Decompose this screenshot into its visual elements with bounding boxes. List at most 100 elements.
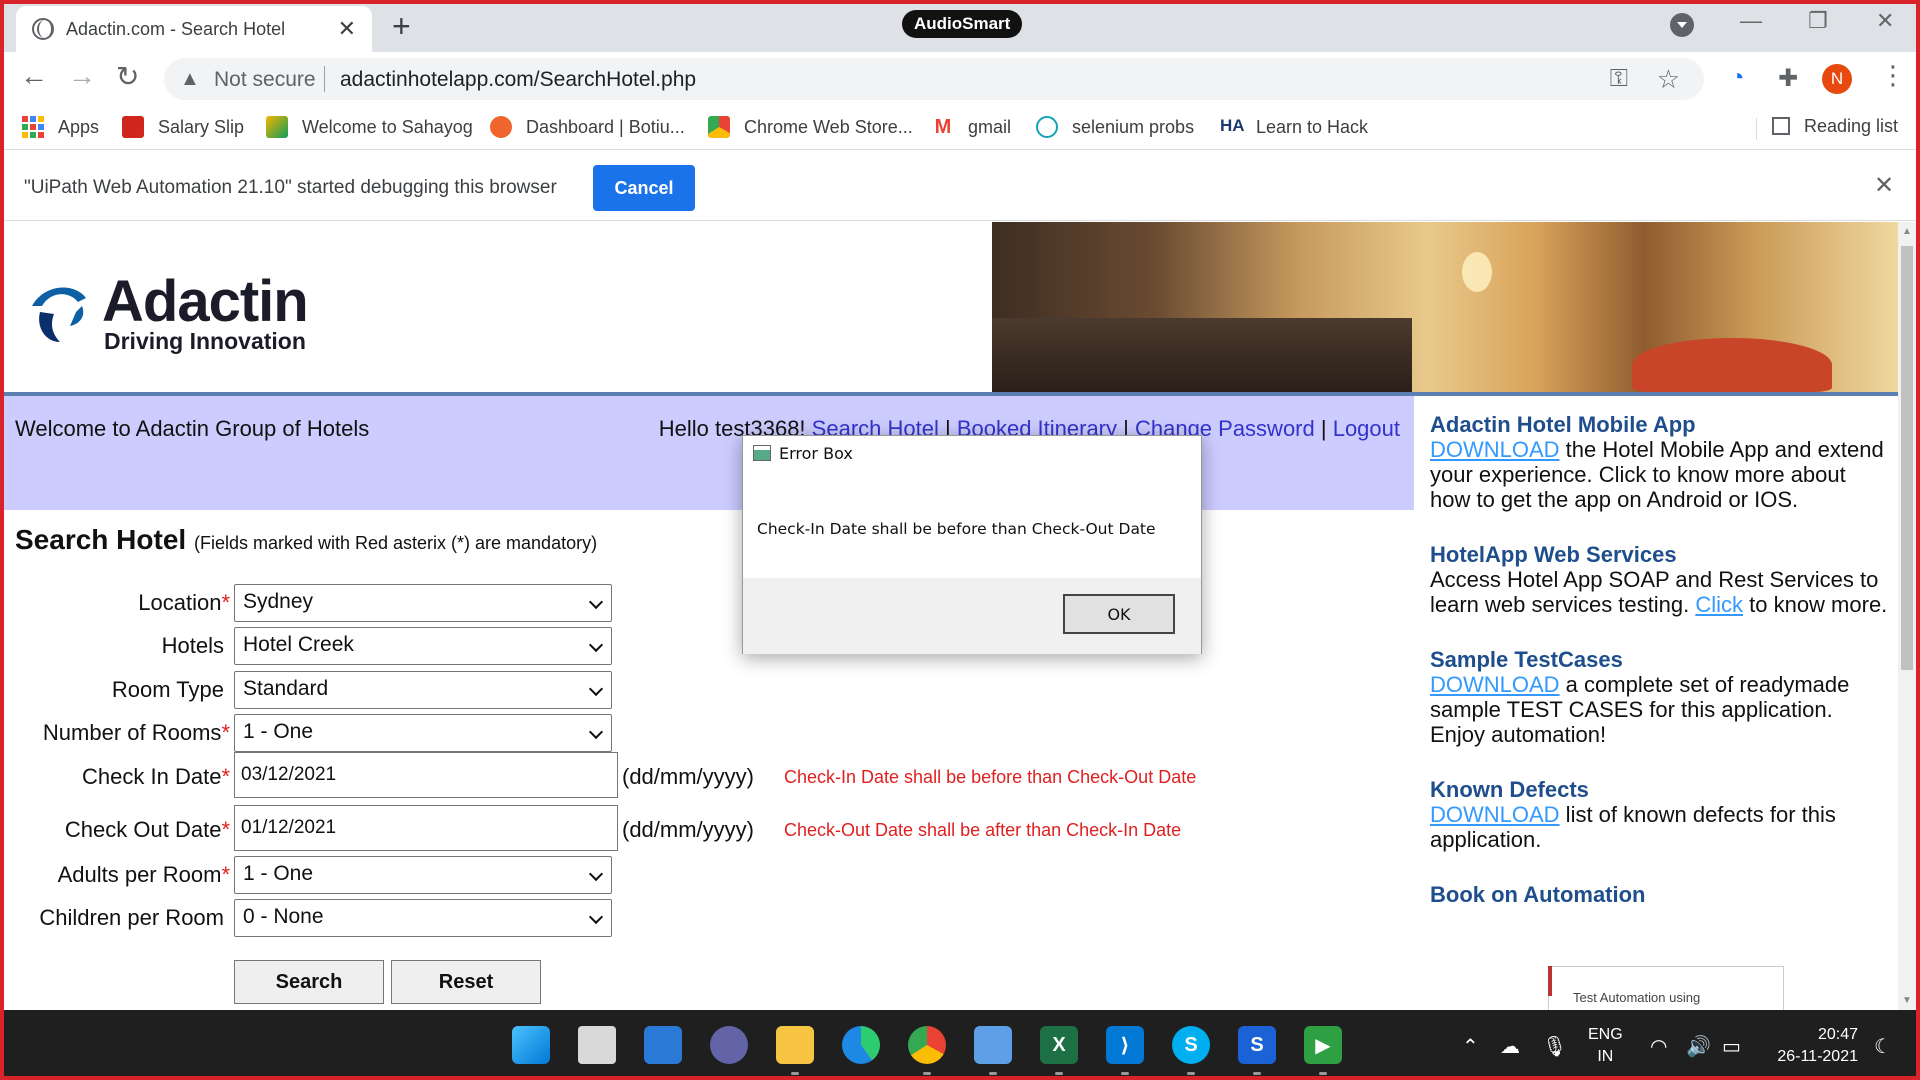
search-button[interactable]: Search: [234, 960, 384, 1004]
room-type-select[interactable]: Standard: [234, 671, 612, 709]
nav-logout[interactable]: Logout: [1333, 416, 1400, 441]
location-select[interactable]: Sydney: [234, 584, 612, 622]
windows-start-icon[interactable]: [512, 1026, 550, 1064]
room-type-label: Room Type: [111, 677, 224, 702]
hack-icon: HA: [1220, 116, 1245, 135]
edge-browser-icon[interactable]: [842, 1026, 880, 1064]
teams-chat-icon[interactable]: [710, 1026, 748, 1064]
file-explorer-icon[interactable]: [776, 1026, 814, 1064]
menu-kebab-icon[interactable]: ⋮: [1880, 60, 1906, 91]
logo-name: Adactin: [102, 269, 309, 334]
page-scrollbar[interactable]: ▲ ▼: [1898, 222, 1916, 1010]
key-icon[interactable]: ⚿: [1610, 65, 1628, 93]
search-title-text: Search Hotel: [15, 524, 187, 555]
microphone-icon[interactable]: 🎙: [1542, 1034, 1567, 1059]
logo-tagline: Driving Innovation: [104, 328, 306, 354]
number-of-rooms-select[interactable]: 1 - One: [234, 714, 612, 752]
url-text[interactable]: adactinhotelapp.com/SearchHotel.php: [340, 68, 696, 92]
wifi-icon[interactable]: ◠: [1650, 1034, 1667, 1059]
windows-taskbar: X ⟩ S S ▶ ⌃ ☁ 🎙 ENG IN 20:47 26-11-2021 ◠ …: [0, 1010, 1920, 1080]
restore-icon[interactable]: ❐: [1808, 8, 1828, 34]
back-arrow-icon[interactable]: ←: [20, 60, 48, 92]
profile-avatar[interactable]: N: [1822, 64, 1852, 94]
excel-icon[interactable]: X: [1040, 1026, 1078, 1064]
bookmark-chrome-web-store[interactable]: Chrome Web Store...: [708, 116, 913, 138]
reading-list-label: Reading list: [1804, 116, 1899, 136]
infobar-close-icon[interactable]: ✕: [1874, 171, 1894, 200]
running-indicator: [1121, 1072, 1129, 1075]
adults-label: Adults per Room*: [57, 862, 230, 887]
sahayog-icon: [266, 116, 288, 138]
check-out-date-input[interactable]: 01/12/2021: [234, 805, 618, 851]
bookmark-sahayog[interactable]: Welcome to Sahayog: [266, 116, 473, 138]
skype-icon[interactable]: S: [1172, 1026, 1210, 1064]
widgets-icon[interactable]: [644, 1026, 682, 1064]
uipath-studio-icon[interactable]: S: [1238, 1026, 1276, 1064]
sidebar-book: Book on Automation: [1430, 882, 1888, 907]
language-indicator[interactable]: ENG IN: [1588, 1024, 1623, 1068]
browser-tab-active[interactable]: Adactin.com - Search Hotel ✕: [16, 6, 372, 52]
right-sidebar: Adactin Hotel Mobile App DOWNLOAD the Ho…: [1418, 396, 1898, 1010]
check-out-label: Check Out Date*: [64, 817, 230, 842]
battery-icon[interactable]: ▭: [1722, 1034, 1741, 1059]
download-known-defects-link[interactable]: DOWNLOAD: [1430, 802, 1560, 827]
scroll-down-arrow-icon[interactable]: ▼: [1902, 995, 1912, 1006]
chrome-browser-icon[interactable]: [908, 1026, 946, 1064]
tab-close-icon[interactable]: ✕: [338, 16, 356, 42]
not-secure-label[interactable]: Not secure: [214, 68, 316, 92]
bookmark-salary-slip[interactable]: Salary Slip: [122, 116, 244, 138]
minimize-icon[interactable]: —: [1740, 8, 1762, 34]
extension-uipath-icon[interactable]: ◔: [1730, 64, 1745, 92]
bookmark-selenium-probs[interactable]: selenium probs: [1036, 116, 1194, 138]
notification-moon-icon[interactable]: ☾: [1874, 1034, 1892, 1059]
banner-lamp: [1462, 252, 1492, 292]
new-tab-button[interactable]: +: [392, 8, 411, 45]
onedrive-icon[interactable]: ☁: [1500, 1034, 1520, 1059]
forward-arrow-icon[interactable]: →: [68, 60, 96, 92]
sidebar-heading: Adactin Hotel Mobile App: [1430, 412, 1696, 437]
error-dialog: Error Box Check-In Date shall be before …: [742, 435, 1202, 654]
window-close-icon[interactable]: ✕: [1876, 8, 1894, 34]
running-indicator: [989, 1072, 997, 1075]
adactin-logo[interactable]: Adactin Driving Innovation: [22, 268, 352, 358]
warning-triangle-icon[interactable]: ▲: [180, 68, 200, 91]
check-out-format-hint: (dd/mm/yyyy): [622, 817, 754, 842]
download-mobile-app-link[interactable]: DOWNLOAD: [1430, 437, 1560, 462]
download-test-cases-link[interactable]: DOWNLOAD: [1430, 672, 1560, 697]
scroll-up-arrow-icon[interactable]: ▲: [1902, 226, 1912, 237]
selenium-icon: [1036, 116, 1058, 138]
infobar-cancel-button[interactable]: Cancel: [593, 165, 695, 211]
bookmark-dashboard-botium[interactable]: Dashboard | Botiu...: [490, 116, 685, 138]
sidebar-text: to know more.: [1743, 592, 1888, 617]
vscode-icon[interactable]: ⟩: [1106, 1026, 1144, 1064]
notepad-icon[interactable]: [974, 1026, 1012, 1064]
bookmark-apps[interactable]: Apps: [22, 116, 99, 138]
children-per-room-select[interactable]: 0 - None: [234, 899, 612, 937]
reset-button[interactable]: Reset: [391, 960, 541, 1004]
adactin-swirl-icon: [32, 287, 86, 342]
taskbar-clock[interactable]: 20:47 26-11-2021: [1770, 1024, 1858, 1068]
audiosmart-badge: AudioSmart: [902, 10, 1023, 38]
volume-icon[interactable]: 🔊: [1686, 1034, 1711, 1059]
reload-icon[interactable]: ↻: [116, 60, 139, 93]
puzzle-extensions-icon[interactable]: ✚: [1778, 64, 1798, 93]
reading-list-button[interactable]: Reading list: [1772, 116, 1898, 137]
media-player-icon[interactable]: ▶: [1304, 1026, 1342, 1064]
tray-chevron-up-icon[interactable]: ⌃: [1462, 1034, 1479, 1059]
scrollbar-thumb[interactable]: [1901, 246, 1913, 670]
web-services-click-link[interactable]: Click: [1695, 592, 1743, 617]
check-in-date-input[interactable]: 03/12/2021: [234, 752, 618, 798]
running-indicator: [1055, 1072, 1063, 1075]
omnibox-divider: [324, 66, 325, 92]
address-bar[interactable]: ▲ Not secure adactinhotelapp.com/SearchH…: [164, 58, 1704, 100]
book-cover-image[interactable]: Test Automation using: [1548, 966, 1784, 1010]
task-view-icon[interactable]: [578, 1026, 616, 1064]
dialog-ok-button[interactable]: OK: [1063, 594, 1175, 634]
bookmark-star-icon[interactable]: ☆: [1657, 64, 1680, 95]
hotels-select[interactable]: Hotel Creek: [234, 627, 612, 665]
tab-search-icon[interactable]: [1670, 13, 1694, 37]
bookmark-gmail[interactable]: M gmail: [932, 116, 1011, 138]
adults-per-room-select[interactable]: 1 - One: [234, 856, 612, 894]
bookmarks-divider: [1756, 118, 1757, 140]
bookmark-learn-to-hack[interactable]: HA Learn to Hack: [1220, 116, 1368, 138]
